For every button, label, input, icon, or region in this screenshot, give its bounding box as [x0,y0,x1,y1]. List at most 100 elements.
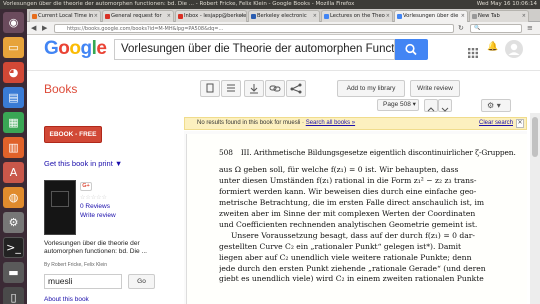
software-center-icon[interactable]: A [3,162,24,183]
text-view-icon [227,84,235,92]
writer-icon[interactable]: ▤ [3,87,24,108]
firefox-icon[interactable]: ◕ [3,62,24,83]
vertical-scrollbar[interactable] [530,113,540,304]
search-button[interactable] [395,39,428,60]
text-line: zweiten aber im Sinne der mit complexen … [219,208,476,218]
book-page: 508 III. Arithmetische Bildungsgesetze ei… [186,134,527,304]
chevron-down-icon [441,107,449,112]
tab-favicon-icon [324,14,329,19]
next-page-button[interactable] [438,99,452,112]
text-line: aus Ω geben soll, für welche f(z₁) = 0 i… [219,164,459,174]
tab-close-icon[interactable]: × [167,11,171,22]
text-line: Unsere Voraussetzung besagt, dass auf de… [231,230,475,240]
tab-favicon-icon [32,14,37,19]
go-button[interactable]: Go [128,274,155,289]
browser-tab[interactable]: Inbox - lesjapp@berkele × [175,10,247,22]
clear-search-link[interactable]: Clear search [479,118,513,129]
header-divider [27,70,540,71]
get-book-in-print-link[interactable]: Get this book in print ▼ [44,159,122,169]
share-icon [290,83,302,94]
tab-favicon-icon [472,14,477,19]
system-clock[interactable]: Wed May 16 10:06:14 [477,0,537,9]
close-notice-icon[interactable]: ✕ [516,119,524,128]
tab-close-icon[interactable]: × [522,11,526,22]
tab-favicon-icon [105,14,110,19]
books-title[interactable]: Books [44,82,77,96]
google-logo-letter: g [80,38,93,59]
view-text-button[interactable] [221,80,241,97]
notifications-bell-icon[interactable]: 🔔 [487,42,498,52]
page-text: 508 III. Arithmetische Bildungsgesetze ei… [219,148,521,285]
notice-message: No results found in this book for muesli… [197,120,356,126]
back-icon[interactable]: ◀ [31,23,36,33]
reviews-link[interactable]: 0 Reviews [80,203,110,211]
tab-favicon-icon [178,14,183,19]
search-in-book-input[interactable]: muesli [44,274,122,289]
link-icon [269,85,281,92]
screen: Vorlesungen über die theorie der automor… [0,0,540,304]
link-button[interactable] [265,80,285,97]
google-plus-button[interactable]: G+ [80,182,92,191]
search-input[interactable]: Vorlesungen über die Theorie der automor… [114,39,395,60]
search-all-books-link[interactable]: Search all books » [306,120,355,126]
download-button[interactable] [244,80,264,97]
settings-dropdown[interactable]: ⚙ ▾ [481,99,511,112]
ubuntu-one-icon[interactable]: ◍ [3,187,24,208]
google-logo[interactable]: Google [44,38,107,60]
browser-tab[interactable]: Berkeley electronic × [248,10,320,22]
rating-stars: ☆☆☆☆☆ [80,194,107,201]
chevron-up-icon [427,107,435,112]
google-logo-text: Google [44,38,107,59]
prev-page-button[interactable] [424,99,438,112]
terminal-icon[interactable]: >_ [3,237,24,258]
ebook-free-button[interactable]: EBOOK - FREE [44,126,102,143]
scrollbar-thumb[interactable] [532,117,538,157]
browser-tab[interactable]: New Tab × [469,10,529,22]
files-icon[interactable]: ▭ [3,37,24,58]
browser-tab-active[interactable]: Vorlesungen über die × [394,10,468,22]
dash-icon[interactable]: ◉ [3,12,24,33]
book-authors: By Robert Fricke, Felix Klein [44,262,108,268]
search-icon [405,43,417,56]
url-bar[interactable]: https://books.google.com/books?id=M-MH&l… [54,24,454,33]
tab-favicon-icon [397,14,402,19]
drive-icon[interactable]: ▬ [3,262,24,283]
impress-icon[interactable]: ▥ [3,137,24,158]
tab-close-icon[interactable]: × [94,11,98,22]
browser-tab[interactable]: Current Local Time in × [29,10,101,22]
page-select-dropdown[interactable]: Page 508 ▾ [377,99,419,111]
tab-close-icon[interactable]: × [461,11,465,22]
about-this-book-link[interactable]: About this book [44,296,89,304]
settings-icon[interactable]: ⚙ [3,212,24,233]
page-view-icon [206,83,214,93]
view-page-button[interactable] [200,80,220,97]
write-review-link[interactable]: Write review [80,212,116,220]
browser-search-box[interactable]: 🔍 [470,24,522,33]
google-logo-letter: o [58,38,70,59]
tab-close-icon[interactable]: × [240,11,244,22]
forward-icon[interactable]: ▶ [42,23,47,33]
share-button[interactable] [286,80,306,97]
add-to-library-button[interactable]: Add to my library [337,80,405,97]
browser-tab[interactable]: Lectures on the Theo × [321,10,393,22]
account-avatar[interactable] [505,40,523,58]
write-review-button[interactable]: Write review [410,80,460,97]
tab-close-icon[interactable]: × [386,11,390,22]
text-line: formiert werden kann. Wir beweisen dies … [219,186,477,196]
apps-grid-icon[interactable] [468,43,478,58]
book-title: Vorlesungen über die theorie der automor… [44,240,148,255]
text-line: liegen aber auf C₂ unendlich viele weite… [219,252,472,262]
reload-icon[interactable]: ↻ [458,23,464,33]
google-logo-letter: G [44,38,59,59]
book-cover[interactable] [44,180,76,235]
text-line: unter diesen Umständen f(z₁) rational in… [219,175,477,185]
text-line: jede durch den ersten Punkt ziehende „ra… [219,263,486,273]
calc-icon[interactable]: ▦ [3,112,24,133]
os-top-bar: Vorlesungen über die theorie der automor… [0,0,540,9]
browser-tab[interactable]: General request for × [102,10,174,22]
menu-icon[interactable]: ≡ [527,23,533,33]
page-header: 508 III. Arithmetische Bildungsgesetze ei… [219,148,521,159]
trash-icon[interactable]: ▯ [3,287,24,304]
tab-close-icon[interactable]: × [313,11,317,22]
app-launcher: ◉ ▭ ◕ ▤ ▦ ▥ A ◍ ⚙ >_ ▬ ▯ [0,9,27,304]
